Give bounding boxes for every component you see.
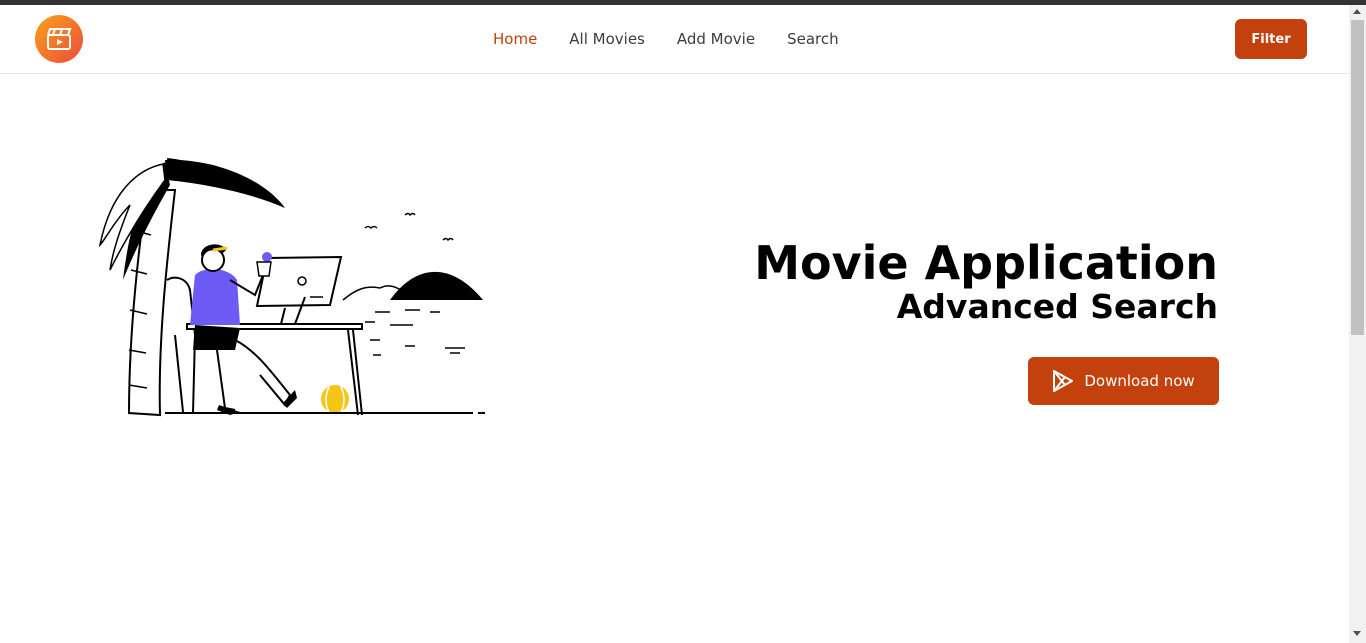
google-play-icon [1052, 369, 1074, 393]
palm-tree [98, 158, 285, 417]
scroll-down-arrow-icon[interactable] [1353, 631, 1361, 636]
filter-button[interactable]: Filter [1235, 19, 1307, 59]
download-button-label: Download now [1084, 372, 1195, 390]
hero-title: Movie Application [754, 236, 1218, 290]
bird [404, 212, 416, 217]
hill [390, 271, 483, 300]
download-button[interactable]: Download now [1028, 357, 1219, 405]
navbar: Home All Movies Add Movie Search Filter [0, 5, 1349, 74]
movie-clapper-icon [47, 28, 72, 50]
nav-link-home[interactable]: Home [493, 30, 537, 48]
hero-illustration [98, 158, 485, 417]
app-logo[interactable] [35, 15, 83, 63]
beach-ball [321, 385, 349, 413]
page-scrollbar[interactable] [1349, 5, 1366, 643]
bird [364, 225, 378, 230]
bird [442, 237, 454, 242]
hero-subtitle: Advanced Search [896, 287, 1218, 326]
nav-link-search[interactable]: Search [787, 30, 839, 48]
main-nav: Home All Movies Add Movie Search [493, 5, 871, 73]
nav-link-all-movies[interactable]: All Movies [569, 30, 645, 48]
nav-link-add-movie[interactable]: Add Movie [677, 30, 755, 48]
water-lines [365, 309, 465, 356]
scroll-up-arrow-icon[interactable] [1353, 9, 1361, 14]
scrollbar-thumb[interactable] [1351, 20, 1364, 335]
